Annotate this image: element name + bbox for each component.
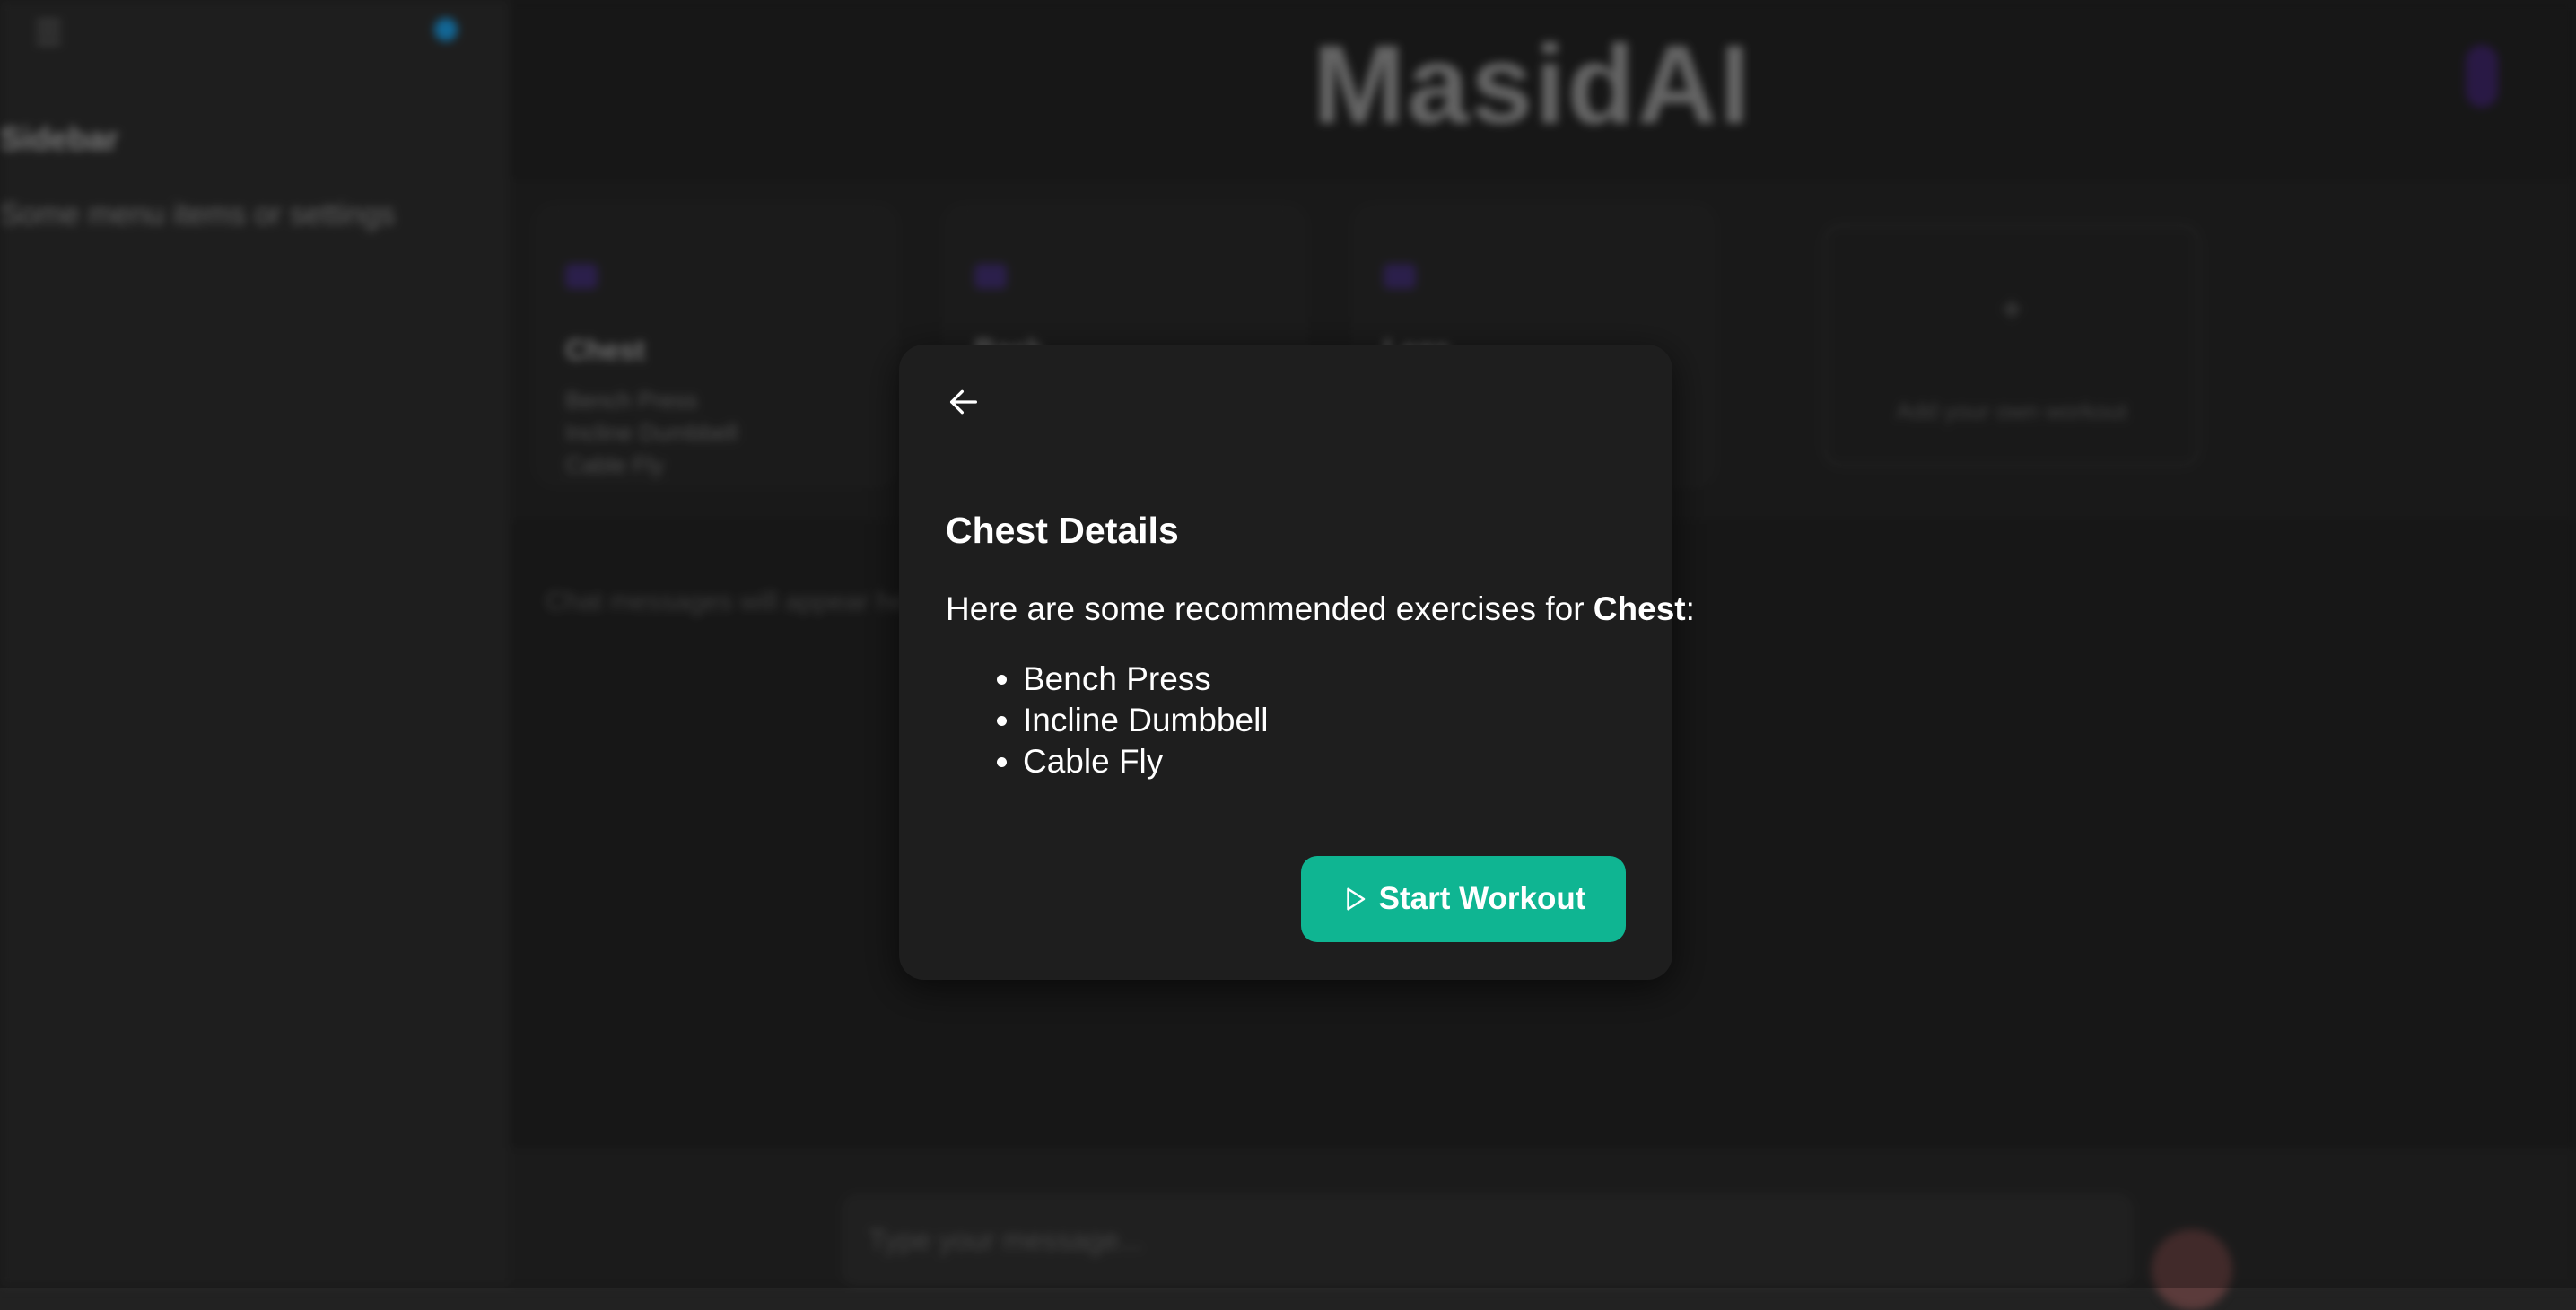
list-item: Bench Press	[1023, 659, 1269, 700]
chest-details-modal: Chest Details Here are some recommended …	[899, 345, 1695, 980]
description-muscle-group: Chest	[1593, 590, 1686, 627]
start-workout-button[interactable]: Start Workout	[1301, 856, 1626, 942]
list-item: Incline Dumbbell	[1023, 700, 1269, 741]
play-icon	[1346, 887, 1365, 911]
list-item: Cable Fly	[1023, 741, 1269, 782]
modal-title: Chest Details	[946, 510, 1179, 551]
start-workout-label: Start Workout	[1378, 881, 1586, 916]
arrow-left-icon	[950, 389, 977, 415]
description-suffix: :	[1685, 590, 1695, 627]
description-prefix: Here are some recommended exercises for	[946, 590, 1594, 627]
modal-description: Here are some recommended exercises for …	[946, 590, 1695, 628]
back-button[interactable]	[939, 377, 989, 427]
exercise-list: Bench Press Incline Dumbbell Cable Fly	[946, 659, 1269, 782]
